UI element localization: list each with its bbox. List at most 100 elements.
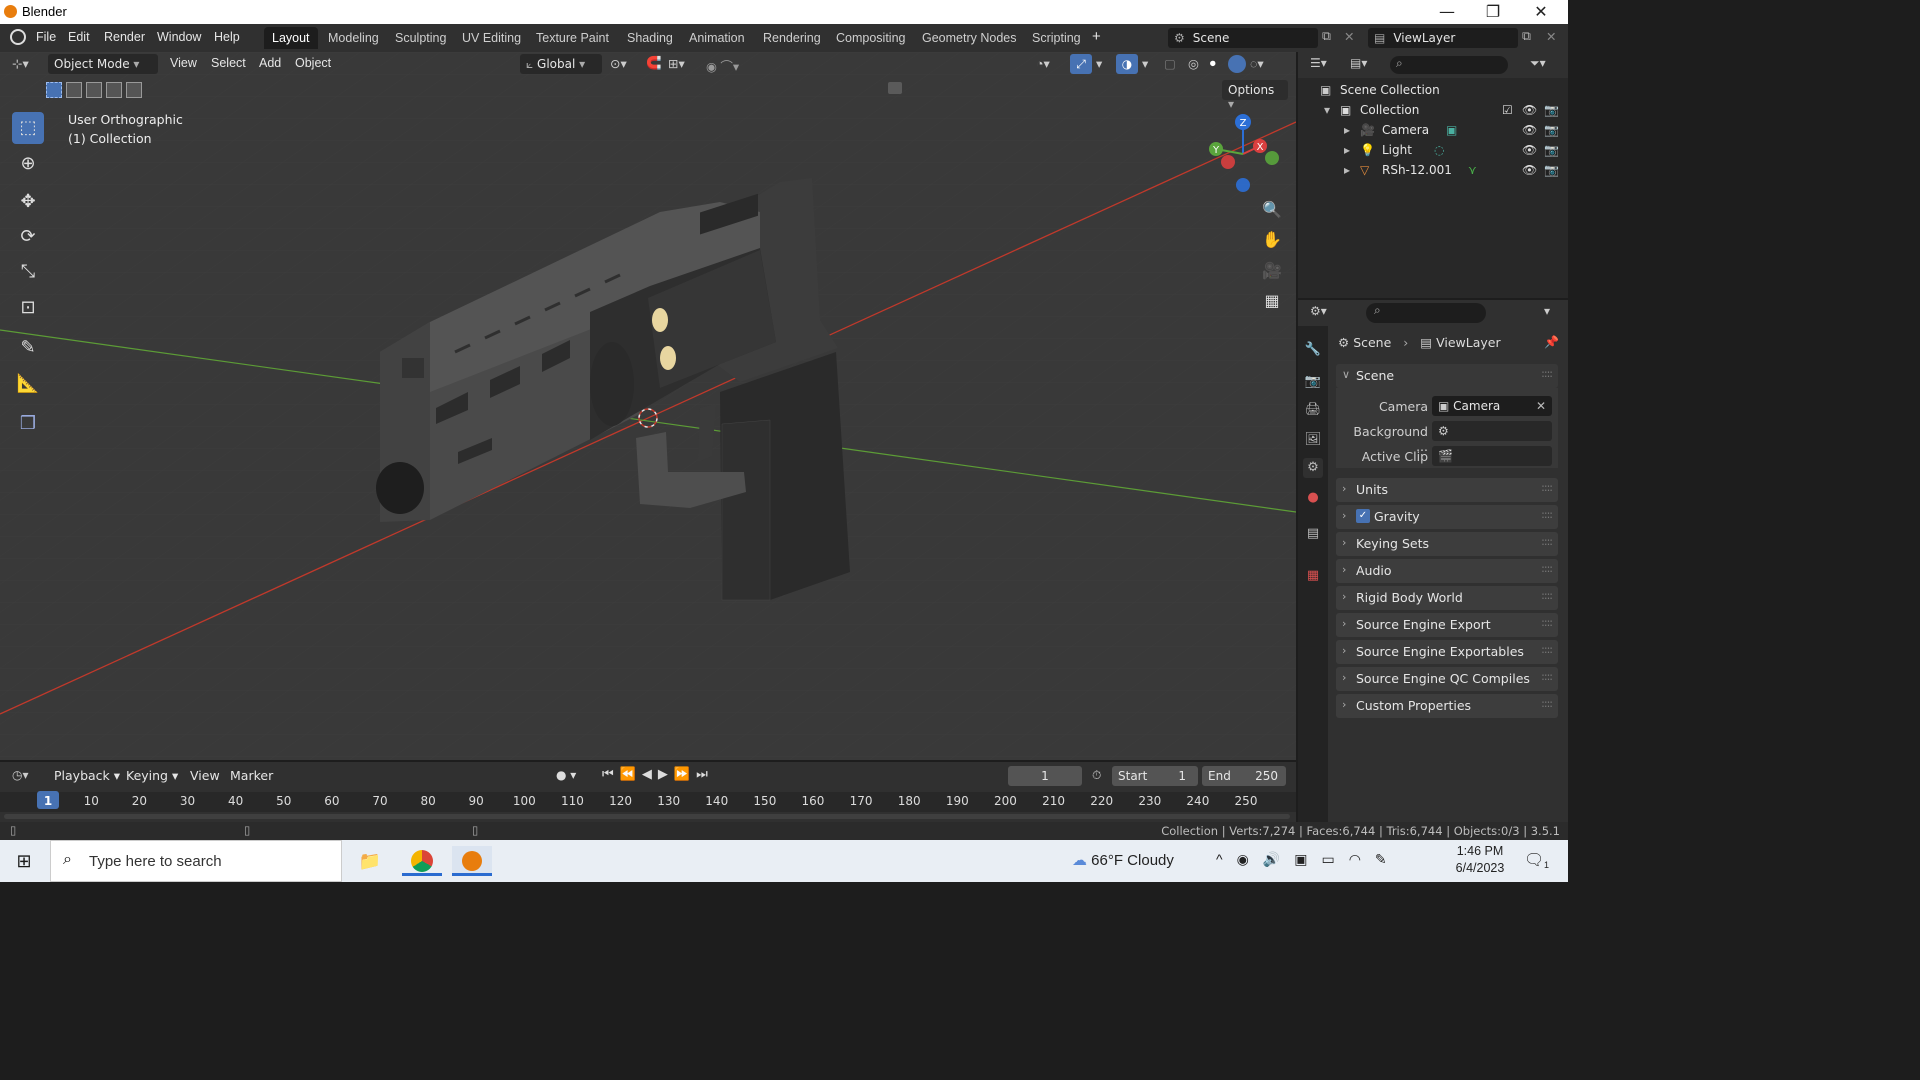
drag-grip-icon[interactable]: :::: bbox=[1541, 367, 1553, 380]
camera-data-icon[interactable]: ▣ bbox=[1446, 123, 1457, 137]
units-panel[interactable]: › Units:::: bbox=[1336, 478, 1558, 502]
snap-target-icon[interactable]: ⊞▾ bbox=[668, 56, 685, 71]
perspective-grid-icon[interactable]: ▦ bbox=[1258, 287, 1286, 315]
prev-keyframe-icon[interactable]: ⏪ bbox=[620, 767, 642, 782]
cursor-tool[interactable]: ⊕ bbox=[12, 148, 44, 180]
drag-grip-icon[interactable]: :::: bbox=[1541, 589, 1553, 602]
gravity-panel[interactable]: › ✓ Gravity:::: bbox=[1336, 505, 1558, 529]
expand-arrow-icon[interactable]: ▸ bbox=[1344, 123, 1350, 137]
transform-tool[interactable]: ⊡ bbox=[12, 292, 44, 324]
next-keyframe-icon[interactable]: ⏩ bbox=[674, 767, 696, 782]
header-collapse-icon[interactable] bbox=[888, 82, 902, 94]
pen-icon[interactable]: ✎ bbox=[1375, 851, 1401, 867]
active-clip-field[interactable]: 🎬 bbox=[1432, 446, 1552, 466]
scene-panel-header[interactable]: ∨ Scene :::: bbox=[1336, 364, 1558, 388]
drag-grip-icon[interactable]: :::: bbox=[1541, 562, 1553, 575]
menu-help[interactable]: Help bbox=[214, 30, 240, 44]
eye-icon[interactable]: 👁 bbox=[1522, 143, 1537, 157]
scene-selector[interactable]: ⚙ Scene bbox=[1168, 28, 1318, 48]
delete-scene-icon[interactable]: ✕ bbox=[1344, 29, 1354, 44]
gravity-checkbox[interactable]: ✓ bbox=[1356, 509, 1370, 523]
taskbar-search[interactable]: ⌕ Type here to search bbox=[50, 840, 342, 882]
timeline-menu-marker[interactable]: Marker bbox=[230, 768, 273, 783]
custom-properties-panel[interactable]: › Custom Properties:::: bbox=[1336, 694, 1558, 718]
select-new-icon[interactable] bbox=[46, 82, 62, 98]
steam-icon[interactable]: ◉ bbox=[1237, 851, 1263, 867]
play-reverse-icon[interactable]: ◀ bbox=[642, 767, 658, 782]
expand-arrow-icon[interactable]: ▸ bbox=[1344, 143, 1350, 157]
render-camera-icon[interactable]: 📷 bbox=[1544, 143, 1559, 157]
timeline-menu-playback[interactable]: Playback ▾ bbox=[54, 768, 120, 783]
select-extend-icon[interactable] bbox=[66, 82, 82, 98]
tab-compositing[interactable]: Compositing bbox=[828, 27, 913, 49]
menu-file[interactable]: File bbox=[36, 30, 56, 44]
menu-edit[interactable]: Edit bbox=[68, 30, 90, 44]
3d-viewport[interactable]: ⊹▾ Object Mode ▾ View Select Add Object … bbox=[0, 52, 1296, 760]
mode-selector[interactable]: Object Mode ▾ bbox=[48, 54, 158, 74]
tab-shading[interactable]: Shading bbox=[619, 27, 681, 49]
render-camera-icon[interactable]: 📷 bbox=[1544, 123, 1559, 137]
navigation-gizmo[interactable]: Z X Y bbox=[1196, 110, 1292, 206]
timeline-menu-view[interactable]: View bbox=[190, 768, 220, 783]
source-engine-export-panel[interactable]: › Source Engine Export:::: bbox=[1336, 613, 1558, 637]
audio-panel[interactable]: › Audio:::: bbox=[1336, 559, 1558, 583]
texture-tab-icon[interactable]: ▦ bbox=[1303, 566, 1323, 586]
blender-taskbar-icon[interactable] bbox=[452, 846, 492, 876]
render-tab-icon[interactable]: 📷 bbox=[1303, 372, 1323, 392]
viewport-menu-select[interactable]: Select bbox=[211, 56, 246, 70]
orientation-selector[interactable]: ⟀ Global ▾ bbox=[520, 54, 602, 74]
wifi-icon[interactable]: ◠ bbox=[1349, 851, 1375, 867]
select-subtract-icon[interactable] bbox=[86, 82, 102, 98]
rendered-shading-icon[interactable]: ◌▾ bbox=[1250, 56, 1264, 71]
minimize-button[interactable]: — bbox=[1424, 2, 1470, 21]
clock[interactable]: 1:46 PM 6/4/2023 bbox=[1442, 844, 1518, 875]
drag-grip-icon[interactable]: :::: bbox=[1541, 535, 1553, 548]
show-hidden-icons-icon[interactable]: ^ bbox=[1216, 851, 1237, 867]
rotate-tool[interactable]: ⟳ bbox=[12, 221, 44, 253]
display-mode-icon[interactable]: ▤▾ bbox=[1350, 56, 1367, 70]
play-icon[interactable]: ▶ bbox=[658, 767, 674, 782]
drag-grip-icon[interactable]: :::: bbox=[1541, 643, 1553, 656]
drag-grip-icon[interactable]: :::: bbox=[1541, 670, 1553, 683]
zoom-icon[interactable]: 🔍 bbox=[1258, 196, 1286, 224]
select-invert-icon[interactable] bbox=[106, 82, 122, 98]
source-engine-exportables-panel[interactable]: › Source Engine Exportables:::: bbox=[1336, 640, 1558, 664]
overlays-dropdown-icon[interactable]: ▾ bbox=[1142, 56, 1148, 71]
eye-icon[interactable]: 👁 bbox=[1522, 163, 1537, 177]
view-layer-selector[interactable]: ▤ ViewLayer bbox=[1368, 28, 1518, 48]
drag-grip-icon[interactable]: :::: bbox=[1541, 481, 1553, 494]
measure-tool[interactable]: 📐 bbox=[12, 368, 44, 400]
rigid-body-world-panel[interactable]: › Rigid Body World:::: bbox=[1336, 586, 1558, 610]
outliner-scene-collection[interactable]: ▣ Scene Collection bbox=[1298, 80, 1568, 100]
render-camera-icon[interactable]: 📷 bbox=[1544, 163, 1559, 177]
proportional-edit-icon[interactable]: ◉ ⌒▾ bbox=[706, 56, 739, 75]
xray-icon[interactable]: ▢ bbox=[1164, 56, 1176, 71]
outliner-item-light[interactable]: ▸ 💡 Light ◌ 👁 📷 bbox=[1298, 140, 1568, 160]
scene-tab-icon[interactable]: ⚙ bbox=[1303, 458, 1323, 478]
timeline-menu-keying[interactable]: Keying ▾ bbox=[126, 768, 178, 783]
properties-dropdown-icon[interactable]: ▾ bbox=[1544, 304, 1550, 318]
outliner-search-icon[interactable]: ⌕ bbox=[1390, 56, 1508, 74]
viewport-menu-add[interactable]: Add bbox=[259, 56, 281, 70]
pan-hand-icon[interactable]: ✋ bbox=[1258, 226, 1286, 254]
tab-rendering[interactable]: Rendering bbox=[755, 27, 829, 49]
volume-icon[interactable]: 🔊 bbox=[1263, 851, 1294, 867]
drag-grip-icon[interactable]: :::: bbox=[1541, 508, 1553, 521]
timeline-editor-icon[interactable]: ◷▾ bbox=[12, 768, 29, 782]
editor-type-icon[interactable]: ⊹▾ bbox=[12, 56, 29, 71]
scale-tool[interactable]: ⤡ bbox=[12, 256, 44, 288]
select-intersect-icon[interactable] bbox=[126, 82, 142, 98]
collection-tab-icon[interactable]: ▤ bbox=[1303, 524, 1323, 544]
tab-layout[interactable]: Layout bbox=[264, 27, 318, 49]
properties-search-icon[interactable]: ⌕ bbox=[1366, 303, 1486, 323]
pin-icon[interactable]: 📌 bbox=[1544, 335, 1559, 349]
drag-grip-icon[interactable]: :::: bbox=[1541, 616, 1553, 629]
viewport-menu-object[interactable]: Object bbox=[295, 56, 331, 70]
tab-geometry-nodes[interactable]: Geometry Nodes bbox=[914, 27, 1024, 49]
timeline-scrollbar[interactable] bbox=[4, 814, 1290, 819]
tab-animation[interactable]: Animation bbox=[681, 27, 753, 49]
jump-start-icon[interactable]: ⏮ bbox=[602, 767, 620, 782]
outliner-editor-icon[interactable]: ☰▾ bbox=[1310, 56, 1327, 70]
move-tool[interactable]: ✥ bbox=[12, 186, 44, 218]
options-dropdown[interactable]: Options ▾ bbox=[1222, 80, 1288, 111]
